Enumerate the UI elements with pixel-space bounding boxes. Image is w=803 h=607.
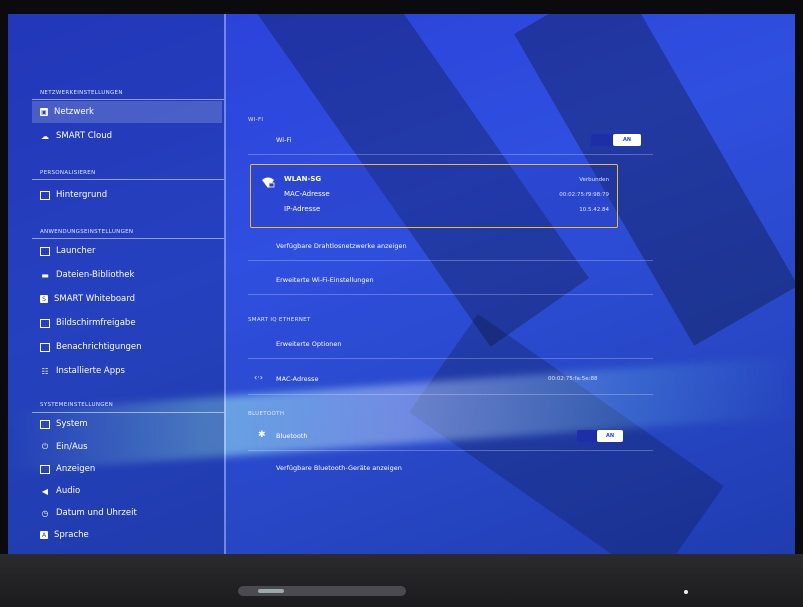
sidebar-item-label: Sprache: [54, 530, 89, 540]
launcher-icon: [40, 246, 50, 256]
section-divider: [32, 99, 224, 100]
wifi-section-heading: WI-FI: [248, 117, 264, 123]
available-networks-row[interactable]: Verfügbare Drahtlosnetzwerke anzeigen: [248, 232, 653, 261]
wifi-toggle-label: Wi-Fi: [276, 136, 292, 144]
ethernet-advanced-label: Erweiterte Optionen: [276, 340, 342, 348]
bluetooth-toggle-label: Bluetooth: [276, 432, 308, 440]
sidebar-item-label: Benachrichtigungen: [56, 342, 142, 352]
sidebar-item-smart-whiteboard[interactable]: S SMART Whiteboard: [32, 288, 222, 310]
sidebar-item-label: Hintergrund: [56, 190, 108, 200]
ethernet-mac-value: 00:02:75:fa:5e:88: [548, 376, 598, 382]
notification-icon: [40, 342, 50, 352]
wifi-toggle[interactable]: AN: [591, 134, 641, 146]
power-indicator-light: [684, 590, 688, 594]
sidebar-item-label: Bildschirmfreigabe: [56, 318, 136, 328]
sidebar-item-label: Dateien-Bibliothek: [56, 270, 135, 280]
network-icon: ▣: [40, 108, 48, 116]
section-heading-personalize: PERSONALISIEREN: [40, 170, 96, 176]
wifi-lock-icon: [262, 177, 275, 188]
ethernet-section-heading: SMART IQ ETHERNET: [248, 317, 311, 323]
system-icon: [40, 419, 50, 429]
sidebar-item-label: Audio: [56, 486, 81, 496]
folder-icon: ▬: [41, 270, 49, 280]
bluetooth-toggle[interactable]: AN: [577, 430, 623, 442]
image-icon: [40, 190, 50, 200]
wifi-toggle-row[interactable]: Wi-Fi AN: [248, 126, 653, 155]
connected-network-card[interactable]: WLAN-SG MAC-Adresse IP-Adresse Verbunden…: [250, 164, 618, 228]
sidebar-item-label: Datum und Uhrzeit: [56, 508, 137, 518]
ip-address-value: 10.5.42.84: [579, 207, 609, 213]
section-divider: [32, 179, 224, 180]
apps-icon: ☷: [41, 366, 49, 376]
sidebar-item-installierte-apps[interactable]: ☷ Installierte Apps: [32, 360, 222, 382]
available-bluetooth-label: Verfügbare Bluetooth-Geräte anzeigen: [276, 464, 402, 472]
ethernet-icon: ‹·›: [254, 373, 263, 382]
sidebar-item-label: System: [56, 419, 88, 429]
settings-sidebar: NETZWERKEINSTELLUNGEN ▣ Netzwerk ☁ SMART…: [8, 14, 224, 554]
available-networks-label: Verfügbare Drahtlosnetzwerke anzeigen: [276, 242, 407, 250]
whiteboard-icon: S: [40, 295, 48, 303]
sidebar-item-label: Launcher: [56, 246, 96, 256]
connection-status: Verbunden: [579, 177, 609, 183]
section-divider: [32, 238, 224, 239]
clock-icon: ◷: [41, 508, 49, 518]
sidebar-item-bildschirmfreigabe[interactable]: Bildschirmfreigabe: [32, 312, 222, 334]
ethernet-mac-label: MAC-Adresse: [276, 375, 319, 383]
sidebar-item-anzeigen[interactable]: Anzeigen: [32, 458, 222, 480]
sidebar-item-label: Anzeigen: [56, 464, 96, 474]
audio-icon: ◀: [41, 486, 49, 496]
sidebar-item-label: Installierte Apps: [56, 366, 125, 376]
sidebar-item-benachrichtigungen[interactable]: Benachrichtigungen: [32, 336, 222, 358]
available-bluetooth-row[interactable]: Verfügbare Bluetooth-Geräte anzeigen: [248, 454, 653, 482]
sidebar-item-label: SMART Cloud: [56, 131, 113, 141]
ip-address-label: IP-Adresse: [284, 205, 321, 213]
sidebar-item-ein-aus[interactable]: ⏻ Ein/Aus: [32, 436, 222, 458]
sidebar-item-label: SMART Whiteboard: [54, 294, 135, 304]
power-icon: ⏻: [41, 442, 49, 451]
screen-share-icon: [40, 318, 50, 328]
ethernet-mac-row: ‹·› MAC-Adresse 00:02:75:fa:5e:88: [248, 364, 653, 395]
bluetooth-section-heading: BLUETOOTH: [248, 411, 285, 417]
sidebar-item-netzwerk[interactable]: ▣ Netzwerk: [32, 101, 222, 123]
network-settings-panel: WI-FI Wi-Fi AN WLAN-SG MAC-Adresse IP-Ad…: [238, 14, 788, 554]
sidebar-item-system[interactable]: System: [32, 413, 222, 435]
advanced-wifi-label: Erweiterte Wi-Fi-Einstellungen: [276, 276, 374, 284]
advanced-wifi-row[interactable]: Erweiterte Wi-Fi-Einstellungen: [248, 266, 653, 295]
bluetooth-toggle-state: AN: [597, 430, 623, 442]
sidebar-item-hintergrund[interactable]: Hintergrund: [32, 184, 222, 206]
language-icon: A: [40, 531, 48, 539]
pen-tray-indicator: [258, 589, 284, 593]
sidebar-item-datum-und-uhrzeit[interactable]: ◷ Datum und Uhrzeit: [32, 502, 222, 524]
ethernet-advanced-row[interactable]: Erweiterte Optionen: [248, 330, 653, 359]
sidebar-item-audio[interactable]: ◀ Audio: [32, 480, 222, 502]
bluetooth-icon: ✱: [258, 430, 266, 440]
display-icon: [40, 464, 50, 474]
display-screen: NETZWERKEINSTELLUNGEN ▣ Netzwerk ☁ SMART…: [8, 14, 795, 554]
sidebar-item-sprache[interactable]: A Sprache: [32, 524, 222, 546]
section-heading-apps: ANWENDUNGSEINSTELLUNGEN: [40, 229, 134, 235]
section-heading-system: SYSTEMEINSTELLUNGEN: [40, 402, 114, 408]
cloud-icon: ☁: [41, 131, 49, 141]
sidebar-item-label: Ein/Aus: [56, 442, 88, 452]
sidebar-item-launcher[interactable]: Launcher: [32, 240, 222, 262]
network-name: WLAN-SG: [284, 175, 322, 183]
sidebar-item-smart-cloud[interactable]: ☁ SMART Cloud: [32, 125, 222, 147]
wifi-toggle-state: AN: [613, 134, 641, 146]
mac-address-label: MAC-Adresse: [284, 190, 330, 198]
sidebar-item-label: Netzwerk: [54, 107, 94, 117]
sidebar-divider: [224, 14, 226, 554]
bluetooth-toggle-row[interactable]: ✱ Bluetooth AN: [248, 422, 653, 451]
section-heading-network: NETZWERKEINSTELLUNGEN: [40, 90, 123, 96]
sidebar-item-dateien-bibliothek[interactable]: ▬ Dateien-Bibliothek: [32, 264, 222, 286]
display-bezel: [0, 554, 803, 607]
mac-address-value: 00:02:75:f9:98:79: [559, 192, 609, 198]
